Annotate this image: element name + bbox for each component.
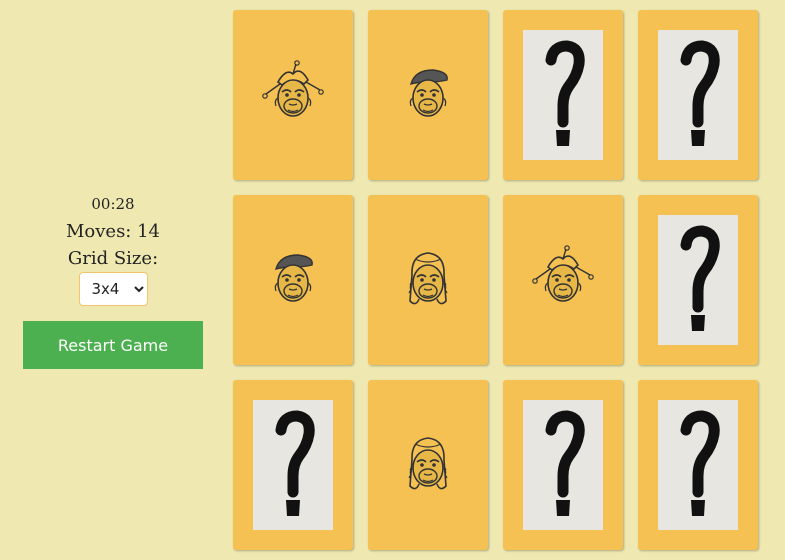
timer: 00:28 — [91, 195, 135, 213]
memory-card[interactable] — [368, 10, 488, 180]
memory-card[interactable] — [233, 195, 353, 365]
memory-card[interactable] — [368, 195, 488, 365]
restart-game-button[interactable]: Restart Game — [23, 321, 203, 369]
question-mark-icon — [680, 40, 720, 146]
question-mark-icon — [545, 40, 585, 146]
gorilla-judge-wig-icon — [393, 245, 463, 315]
memory-game: 00:28 Moves: 14 Grid Size: 3x4 Restart G… — [0, 0, 785, 560]
memory-card[interactable] — [233, 10, 353, 180]
card-back — [658, 30, 738, 160]
gorilla-beret-icon — [393, 60, 463, 130]
card-back — [658, 400, 738, 530]
memory-card[interactable] — [503, 195, 623, 365]
card-back — [523, 30, 603, 160]
gorilla-jester-icon — [258, 60, 328, 130]
card-back — [253, 400, 333, 530]
gorilla-judge-wig-icon — [393, 430, 463, 500]
memory-card[interactable] — [638, 380, 758, 550]
memory-card[interactable] — [503, 380, 623, 550]
memory-card[interactable] — [503, 10, 623, 180]
gorilla-jester-icon — [528, 245, 598, 315]
question-mark-icon — [275, 410, 315, 516]
gorilla-beret-icon — [258, 245, 328, 315]
question-mark-icon — [680, 225, 720, 331]
game-panel: 00:28 Moves: 14 Grid Size: 3x4 Restart G… — [23, 193, 203, 369]
memory-card[interactable] — [638, 10, 758, 180]
moves-counter: Moves: 14 — [65, 221, 161, 242]
card-back — [523, 400, 603, 530]
memory-card[interactable] — [233, 380, 353, 550]
question-mark-icon — [680, 410, 720, 516]
grid-size-select[interactable]: 3x4 — [78, 272, 148, 306]
card-back — [658, 215, 738, 345]
memory-card[interactable] — [638, 195, 758, 365]
memory-card[interactable] — [368, 380, 488, 550]
question-mark-icon — [545, 410, 585, 516]
grid-size-label: Grid Size: — [67, 248, 159, 269]
